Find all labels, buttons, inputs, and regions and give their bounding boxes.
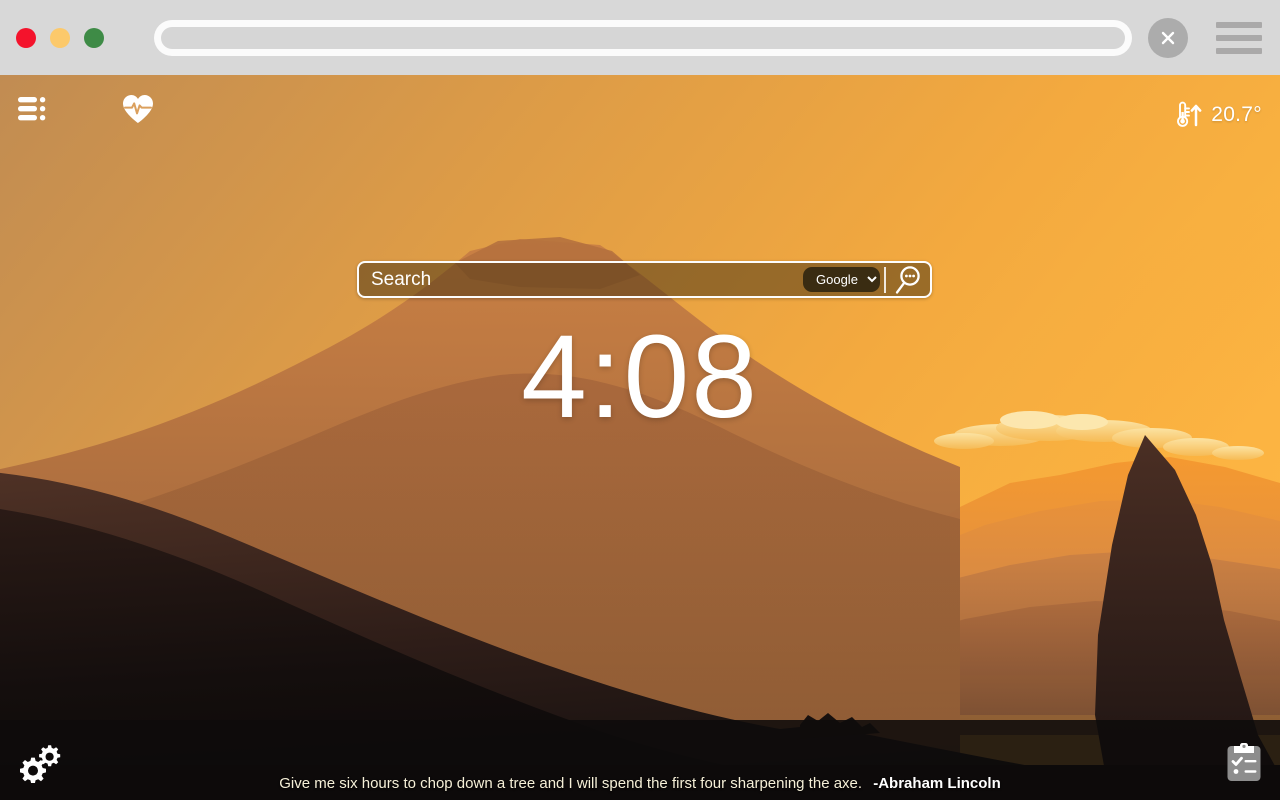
quote-bar: Give me six hours to chop down a tree an… [0, 775, 1280, 792]
browser-chrome [0, 0, 1280, 75]
quote-author: -Abraham Lincoln [873, 775, 1001, 792]
url-bar[interactable] [154, 19, 1132, 56]
quote-text: Give me six hours to chop down a tree an… [279, 775, 863, 792]
heart-pulse-glyph [123, 95, 153, 123]
hamburger-bar-1 [1216, 21, 1262, 28]
hamburger-menu-button[interactable] [1216, 21, 1262, 54]
heart-pulse-icon[interactable] [122, 93, 154, 125]
weather-widget[interactable]: 20.7° [1170, 100, 1262, 130]
window-minimize-button[interactable] [50, 27, 70, 48]
clock-display: 4:08 [521, 311, 759, 443]
weather-temperature: 20.7° [1211, 103, 1262, 126]
close-icon [1161, 31, 1175, 44]
search-input[interactable] [359, 263, 803, 296]
url-input[interactable] [161, 26, 1125, 49]
hamburger-bar-2 [1216, 34, 1262, 41]
bookmark-list-glyph [18, 97, 46, 121]
close-tab-button[interactable] [1148, 17, 1188, 58]
window-close-button[interactable] [16, 27, 36, 48]
thermometer-rising-icon [1177, 101, 1202, 127]
search-widget: Google [357, 261, 932, 298]
window-zoom-button[interactable] [84, 27, 104, 48]
magnifier-chat-icon [895, 265, 920, 294]
search-submit-button[interactable] [886, 263, 930, 296]
traffic-lights [16, 27, 104, 48]
search-engine-select[interactable]: Google [803, 267, 880, 292]
bookmark-list-icon[interactable] [18, 94, 48, 124]
hamburger-bar-3 [1216, 47, 1262, 54]
